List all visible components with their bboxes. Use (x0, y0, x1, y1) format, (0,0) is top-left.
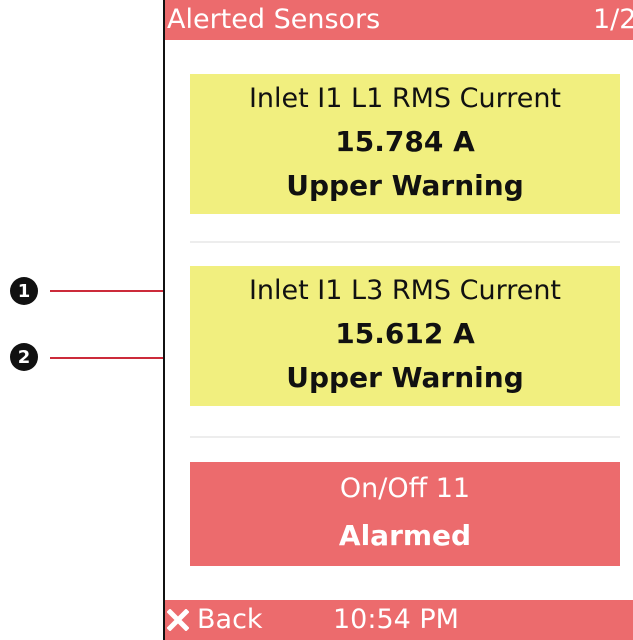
sensor-state: Upper Warning (286, 169, 524, 202)
sensor-name: Inlet I1 L3 RMS Current (248, 275, 562, 306)
title-bar: Alerted Sensors 1/2 (165, 0, 633, 40)
device-display: Alerted Sensors 1/2 Inlet I1 L1 RMS Curr… (163, 0, 633, 640)
sensor-card-3[interactable]: On/Off 11 Alarmed (190, 462, 620, 566)
page-indicator: 1/2 (593, 4, 633, 35)
callout-badge-1: 1 (10, 277, 38, 305)
sensor-card-2[interactable]: Inlet I1 L3 RMS Current 15.612 A Upper W… (190, 266, 620, 406)
sensor-card-1[interactable]: Inlet I1 L1 RMS Current 15.784 A Upper W… (190, 74, 620, 214)
footer-bar: Back 10:54 PM (165, 600, 633, 640)
sensor-value: 15.612 A (335, 317, 475, 350)
sensor-state: Upper Warning (286, 361, 524, 394)
back-button[interactable]: Back (167, 604, 263, 635)
divider (190, 436, 620, 438)
sensor-state: Alarmed (338, 519, 472, 552)
close-icon (167, 608, 189, 631)
page-title: Alerted Sensors (167, 4, 381, 35)
sensor-name: On/Off 11 (339, 473, 471, 504)
sensor-name: Inlet I1 L1 RMS Current (248, 83, 562, 114)
divider (190, 241, 620, 243)
clock-time: 10:54 PM (333, 604, 459, 635)
sensor-value: 15.784 A (335, 125, 475, 158)
callout-badge-2: 2 (10, 343, 38, 371)
back-label: Back (197, 604, 263, 635)
